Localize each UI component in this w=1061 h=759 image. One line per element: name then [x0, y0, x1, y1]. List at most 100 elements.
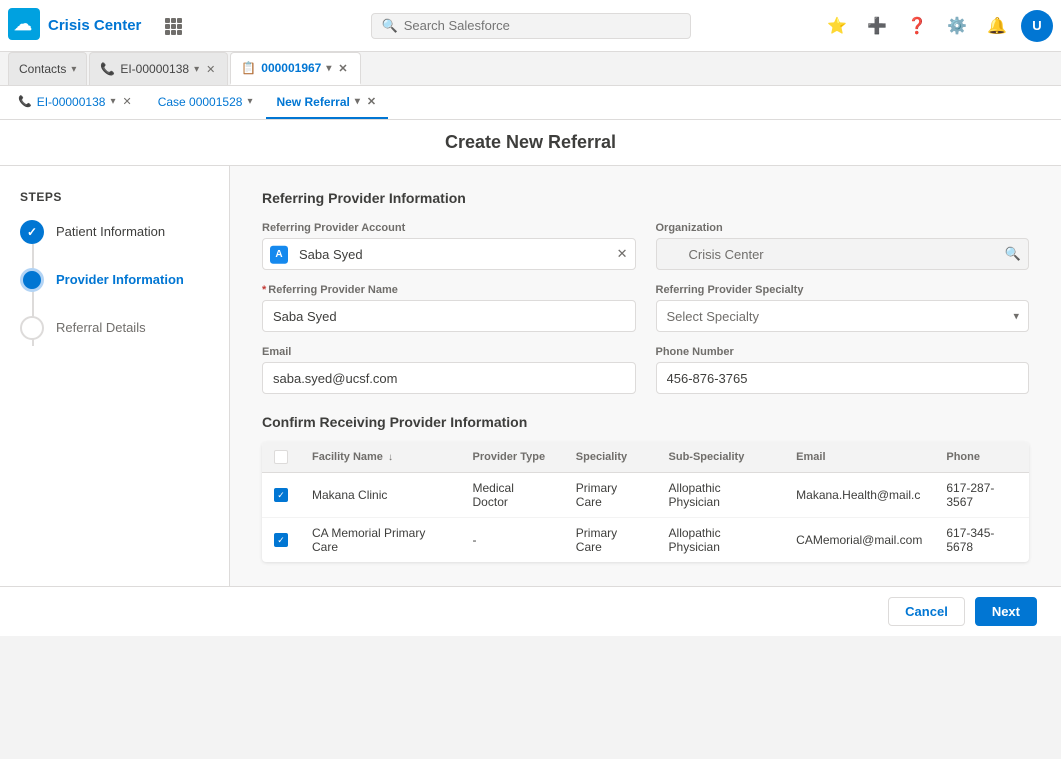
- form-group-specialty: Referring Provider Specialty Select Spec…: [656, 284, 1030, 332]
- tab-case-icon: 📋: [241, 61, 256, 75]
- sub-tab-ei-close-icon[interactable]: ✕: [120, 94, 133, 109]
- facility-sort-icon[interactable]: ↓: [388, 452, 393, 463]
- tab-case-label: 000001967: [261, 61, 321, 75]
- row-2-facility: CA Memorial Primary Care: [300, 518, 461, 563]
- help-button[interactable]: ❓: [901, 10, 933, 42]
- form-group-provider-name: *Referring Provider Name: [262, 284, 636, 332]
- step-1-dot: ✓: [20, 220, 44, 244]
- receiving-section: Confirm Receiving Provider Information F…: [262, 414, 1029, 562]
- col-provider-type: Provider Type: [461, 442, 564, 473]
- email-input[interactable]: [262, 362, 636, 394]
- step-2-label: Provider Information: [56, 268, 184, 289]
- tab-case-dropdown-icon[interactable]: ▾: [326, 63, 331, 74]
- footer: Cancel Next: [0, 586, 1061, 636]
- row-1-phone: 617-287-3567: [934, 473, 1029, 518]
- receiving-section-title: Confirm Receiving Provider Information: [262, 414, 1029, 430]
- org-input[interactable]: [656, 238, 1030, 270]
- tab-ei-phone-icon: 📞: [100, 62, 115, 76]
- form-row-name-specialty: *Referring Provider Name Referring Provi…: [262, 284, 1029, 332]
- page-title-bar: Create New Referral: [0, 120, 1061, 166]
- referring-section-title: Referring Provider Information: [262, 190, 1029, 206]
- user-avatar[interactable]: U: [1021, 10, 1053, 42]
- sub-tab-ei-dropdown-icon[interactable]: ▾: [110, 96, 115, 107]
- next-button[interactable]: Next: [975, 597, 1037, 626]
- step-list: ✓ Patient Information Provider Informati…: [20, 220, 209, 340]
- sub-tab-phone-icon: 📞: [18, 95, 32, 108]
- header-checkbox[interactable]: [274, 450, 288, 464]
- email-label: Email: [262, 346, 636, 358]
- provider-name-label: *Referring Provider Name: [262, 284, 636, 296]
- step-3-dot: [20, 316, 44, 340]
- salesforce-logo[interactable]: ☁: [8, 8, 40, 43]
- row-2-select[interactable]: ✓: [262, 518, 300, 563]
- add-button[interactable]: ➕: [861, 10, 893, 42]
- sub-tab-bar: 📞 EI-00000138 ▾ ✕ Case 00001528 ▾ New Re…: [0, 86, 1061, 120]
- sub-tab-new-referral[interactable]: New Referral ▾ ✕: [266, 86, 388, 119]
- tab-ei-label: EI-00000138: [120, 62, 189, 76]
- tab-contacts-dropdown-icon[interactable]: ▾: [71, 64, 76, 75]
- row-1-email: Makana.Health@mail.c: [784, 473, 934, 518]
- row-1-checkbox[interactable]: ✓: [274, 488, 288, 502]
- sub-tab-case-00001528[interactable]: Case 00001528 ▾: [148, 86, 263, 119]
- row-1-select[interactable]: ✓: [262, 473, 300, 518]
- nav-icons: ⭐ ➕ ❓ ⚙️ 🔔 U: [821, 10, 1053, 42]
- row-1-sub-speciality: Allopathic Physician: [657, 473, 785, 518]
- account-input[interactable]: [262, 238, 636, 270]
- sub-tab-referral-close-icon[interactable]: ✕: [365, 94, 378, 109]
- col-select: [262, 442, 300, 473]
- favorites-button[interactable]: ⭐: [821, 10, 853, 42]
- tab-ei-close-icon[interactable]: ✕: [204, 62, 217, 77]
- provider-name-input[interactable]: [262, 300, 636, 332]
- form-group-org: Organization 🔍: [656, 222, 1030, 270]
- step-patient-information[interactable]: ✓ Patient Information: [20, 220, 209, 244]
- page-title: Create New Referral: [20, 132, 1041, 153]
- org-input-wrapper: 🔍: [656, 238, 1030, 270]
- step-3-label: Referral Details: [56, 316, 146, 337]
- specialty-label: Referring Provider Specialty: [656, 284, 1030, 296]
- form-area: Referring Provider Information Referring…: [230, 166, 1061, 586]
- step-provider-information[interactable]: Provider Information: [20, 268, 209, 292]
- tab-ei-dropdown-icon[interactable]: ▾: [194, 64, 199, 75]
- table-body: ✓ Makana Clinic Medical Doctor Primary C…: [262, 473, 1029, 563]
- notifications-button[interactable]: 🔔: [981, 10, 1013, 42]
- sub-tab-case-dropdown-icon[interactable]: ▾: [247, 96, 252, 107]
- form-row-email-phone: Email Phone Number: [262, 346, 1029, 394]
- row-1-facility: Makana Clinic: [300, 473, 461, 518]
- table-header-row: Facility Name ↓ Provider Type Speciality…: [262, 442, 1029, 473]
- step-referral-details[interactable]: Referral Details: [20, 316, 209, 340]
- tab-ei-00000138[interactable]: 📞 EI-00000138 ▾ ✕: [89, 52, 228, 85]
- tab-contacts[interactable]: Contacts ▾: [8, 52, 87, 85]
- phone-input[interactable]: [656, 362, 1030, 394]
- sub-tab-referral-label: New Referral: [276, 95, 349, 109]
- primary-tab-bar: Contacts ▾ 📞 EI-00000138 ▾ ✕ 📋 000001967…: [0, 52, 1061, 86]
- search-input[interactable]: [404, 18, 680, 33]
- step-2-dot: [20, 268, 44, 292]
- steps-heading: Steps: [20, 190, 209, 204]
- org-search-icon[interactable]: 🔍: [1005, 246, 1021, 262]
- sub-tab-referral-dropdown-icon[interactable]: ▾: [355, 96, 360, 107]
- table-row: ✓ Makana Clinic Medical Doctor Primary C…: [262, 473, 1029, 518]
- sub-tab-ei-00000138[interactable]: 📞 EI-00000138 ▾ ✕: [8, 86, 144, 119]
- col-facility-name: Facility Name ↓: [300, 442, 461, 473]
- row-2-sub-speciality: Allopathic Physician: [657, 518, 785, 563]
- form-group-phone: Phone Number: [656, 346, 1030, 394]
- cancel-button[interactable]: Cancel: [888, 597, 965, 626]
- svg-text:☁: ☁: [14, 14, 32, 34]
- col-speciality: Speciality: [564, 442, 657, 473]
- setup-button[interactable]: ⚙️: [941, 10, 973, 42]
- steps-sidebar: Steps ✓ Patient Information Provider Inf…: [0, 166, 230, 586]
- main-content: Steps ✓ Patient Information Provider Inf…: [0, 166, 1061, 586]
- row-2-checkbox[interactable]: ✓: [274, 533, 288, 547]
- tab-case-close-icon[interactable]: ✕: [336, 61, 349, 76]
- form-row-account-org: Referring Provider Account A ✕ Organizat…: [262, 222, 1029, 270]
- row-2-email: CAMemorial@mail.com: [784, 518, 934, 563]
- tab-000001967[interactable]: 📋 000001967 ▾ ✕: [230, 52, 360, 85]
- app-launcher-button[interactable]: [157, 10, 189, 42]
- global-search-bar: 🔍: [371, 13, 691, 39]
- account-clear-button[interactable]: ✕: [617, 246, 628, 262]
- receiving-provider-table: Facility Name ↓ Provider Type Speciality…: [262, 442, 1029, 562]
- row-1-provider-type: Medical Doctor: [461, 473, 564, 518]
- specialty-select[interactable]: Select SpecialtyCardiologyDermatologyGen…: [656, 300, 1030, 332]
- org-label: Organization: [656, 222, 1030, 234]
- search-icon: 🔍: [382, 18, 398, 34]
